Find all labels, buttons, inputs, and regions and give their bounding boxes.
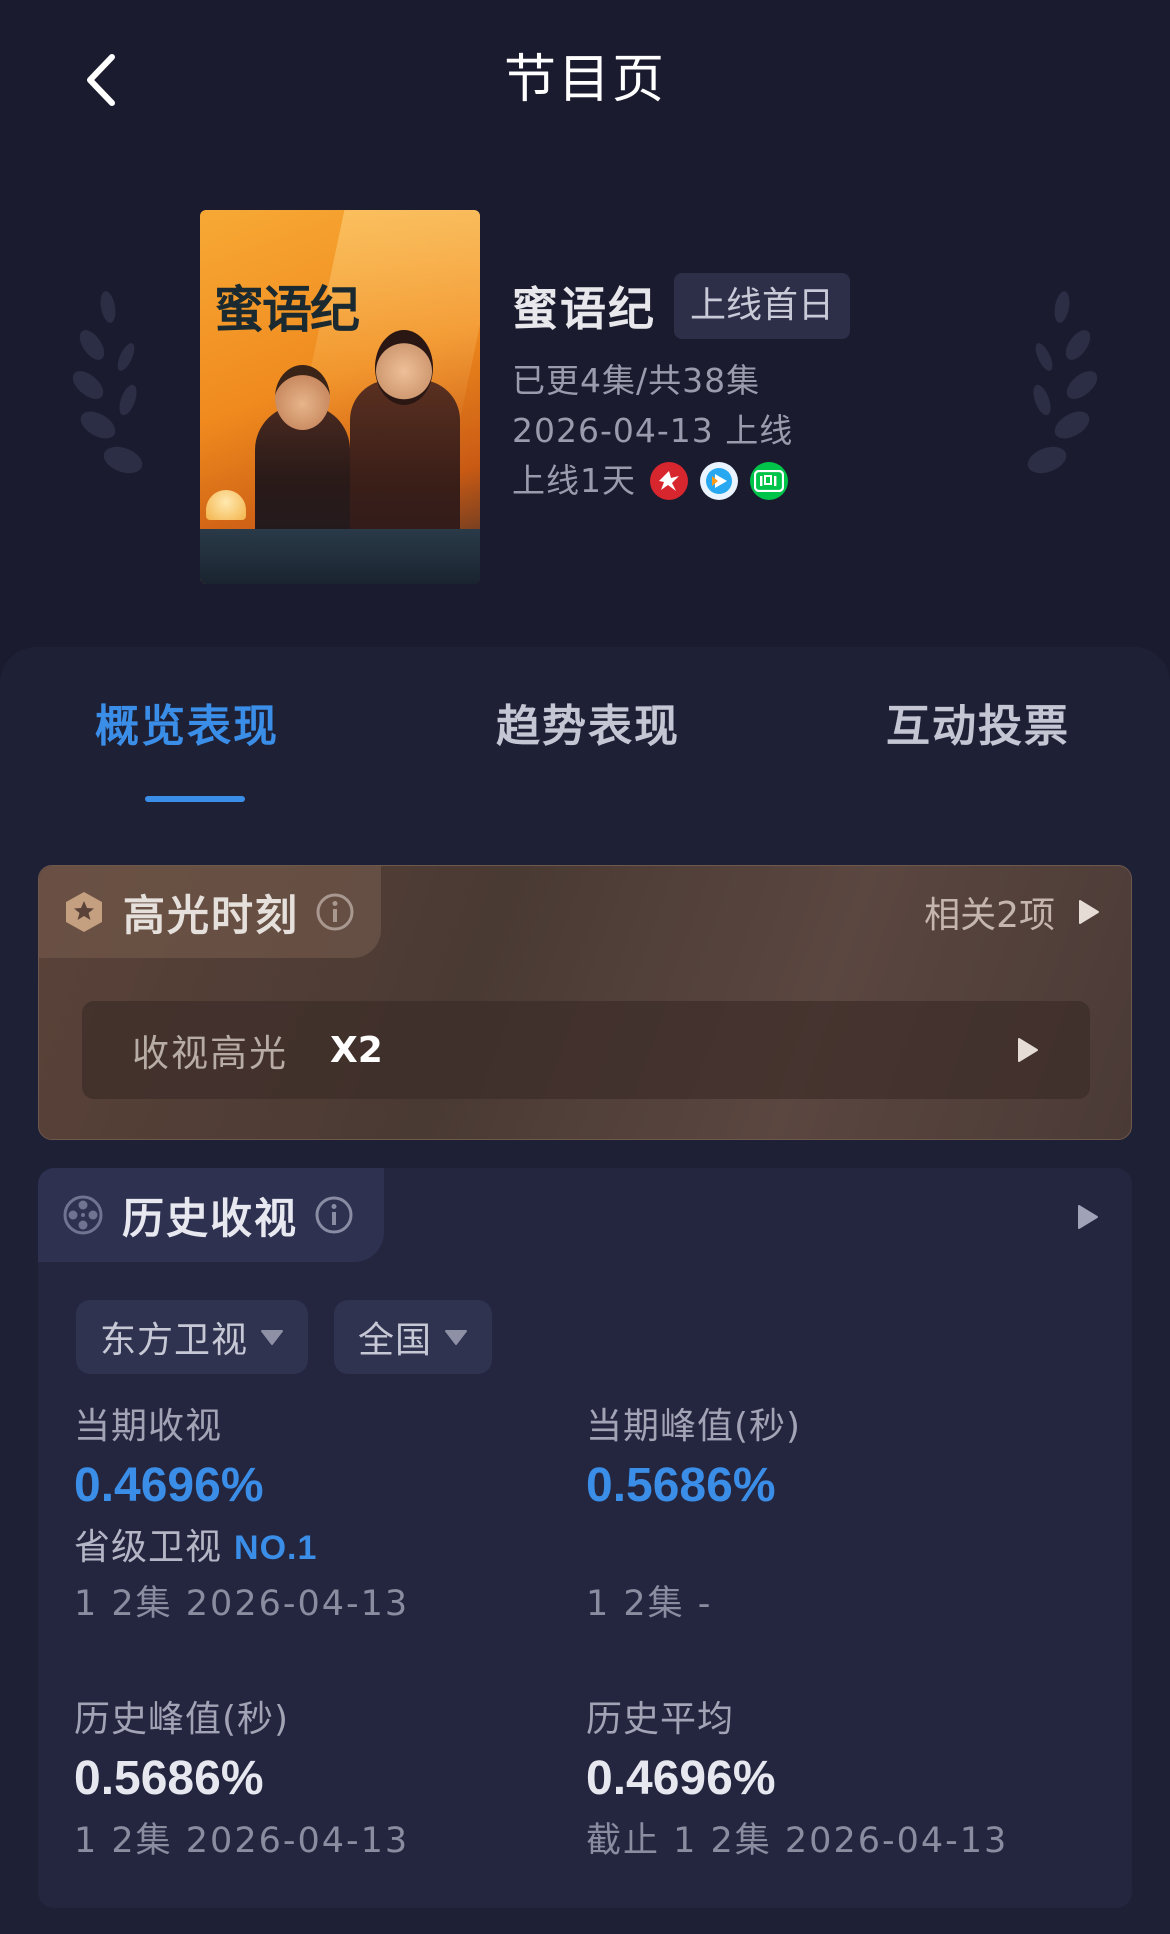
program-info: 蜜语纪 上线首日 已更4集/共38集 2026-04-13 上线 上线1天 (512, 270, 1112, 506)
history-ratings-card: 历史收视 东方卫视 全国 当期收视 0.4696% 省级卫视 NO.1 1 2集… (38, 1168, 1132, 1908)
highlight-card: 高光时刻 相关2项 收视高光 X2 (38, 865, 1132, 1140)
highlight-more-link[interactable]: 相关2项 (924, 886, 1101, 938)
history-avg-value: 0.4696% (586, 1752, 776, 1805)
highlight-row-value: X2 (330, 1029, 383, 1071)
nav-bar: 节目页 (0, 0, 1170, 160)
laurel-left-icon (72, 291, 143, 474)
tab-overview[interactable]: 概览表现 (95, 690, 279, 764)
show-title-row: 蜜语纪 上线首日 (512, 270, 1112, 342)
tab-underline (145, 796, 245, 802)
current-rating-episode: 1 2集 2026-04-13 (74, 1584, 410, 1624)
filter-row: 东方卫视 全国 (76, 1300, 493, 1374)
current-peak-value: 0.5686% (586, 1459, 776, 1512)
history-avg-block: 历史平均 0.4696% 截止 1 2集 2026-04-13 (586, 1695, 1008, 1869)
history-title: 历史收视 (122, 1193, 299, 1243)
current-peak-block: 当期峰值(秒) 0.5686% 1 2集 - (586, 1402, 801, 1632)
tab-vote[interactable]: 互动投票 (886, 690, 1070, 764)
highlight-row[interactable]: 收视高光 X2 (82, 1001, 1090, 1099)
iqiyi-icon[interactable] (750, 462, 788, 500)
tencent-video-icon[interactable] (700, 462, 738, 500)
caret-down-icon (445, 1330, 468, 1345)
status-badge: 上线首日 (674, 273, 851, 339)
rank-badge: NO.1 (234, 1529, 318, 1567)
rank-category: 省级卫视 (74, 1527, 223, 1568)
highlight-row-label: 收视高光 (132, 1032, 288, 1075)
program-poster[interactable]: 蜜语纪 (200, 210, 480, 584)
history-peak-label: 历史峰值(秒) (74, 1699, 290, 1740)
dragon-tv-icon[interactable] (650, 462, 688, 500)
history-peak-episode: 1 2集 2026-04-13 (74, 1821, 410, 1861)
current-rating-label: 当期收视 (74, 1406, 223, 1447)
days-online: 上线1天 (512, 461, 636, 500)
current-rank-row: 省级卫视 NO.1 (74, 1520, 409, 1576)
play-arrow-icon[interactable] (1076, 1204, 1100, 1230)
poster-desk (200, 529, 480, 584)
history-avg-label: 历史平均 (586, 1699, 735, 1740)
play-arrow-icon (1079, 900, 1099, 924)
highlight-header: 高光时刻 (39, 866, 381, 958)
history-avg-episode: 截止 1 2集 2026-04-13 (586, 1821, 1009, 1861)
highlight-more-label: 相关2项 (924, 895, 1055, 936)
channel-dropdown-value: 东方卫视 (100, 1320, 249, 1361)
program-page: 节目页 蜜语纪 蜜语纪 上线首日 已更4集/共38集 2026-04-13 上线… (0, 0, 1170, 1934)
current-peak-episode: 1 2集 - (586, 1584, 713, 1624)
tab-bar: 概览表现 趋势表现 互动投票 (0, 690, 1170, 810)
history-peak-value: 0.5686% (74, 1752, 264, 1805)
history-peak-block: 历史峰值(秒) 0.5686% 1 2集 2026-04-13 (74, 1695, 409, 1869)
info-icon[interactable] (315, 892, 355, 932)
show-name: 蜜语纪 (512, 282, 656, 336)
tab-trend[interactable]: 趋势表现 (496, 690, 680, 764)
info-icon[interactable] (314, 1195, 354, 1235)
film-reel-icon (63, 1195, 103, 1235)
current-rating-value: 0.4696% (74, 1459, 264, 1512)
star-badge-icon (66, 892, 102, 932)
days-online-row: 上线1天 (512, 456, 1112, 506)
current-rating-block: 当期收视 0.4696% 省级卫视 NO.1 1 2集 2026-04-13 (74, 1402, 409, 1632)
caret-down-icon (261, 1330, 284, 1345)
poster-title: 蜜语纪 (214, 280, 360, 339)
highlight-title: 高光时刻 (123, 890, 300, 940)
episode-count: 已更4集/共38集 (512, 361, 761, 400)
release-date: 2026-04-13 上线 (512, 411, 794, 450)
region-dropdown[interactable]: 全国 (334, 1300, 493, 1374)
platform-list (650, 462, 788, 500)
channel-dropdown[interactable]: 东方卫视 (76, 1300, 309, 1374)
play-arrow-icon (1018, 1038, 1038, 1062)
poster-lamp (206, 490, 246, 520)
current-peak-label: 当期峰值(秒) (586, 1406, 802, 1447)
history-header: 历史收视 (38, 1168, 384, 1262)
page-title: 节目页 (503, 50, 666, 110)
region-dropdown-value: 全国 (358, 1320, 433, 1361)
